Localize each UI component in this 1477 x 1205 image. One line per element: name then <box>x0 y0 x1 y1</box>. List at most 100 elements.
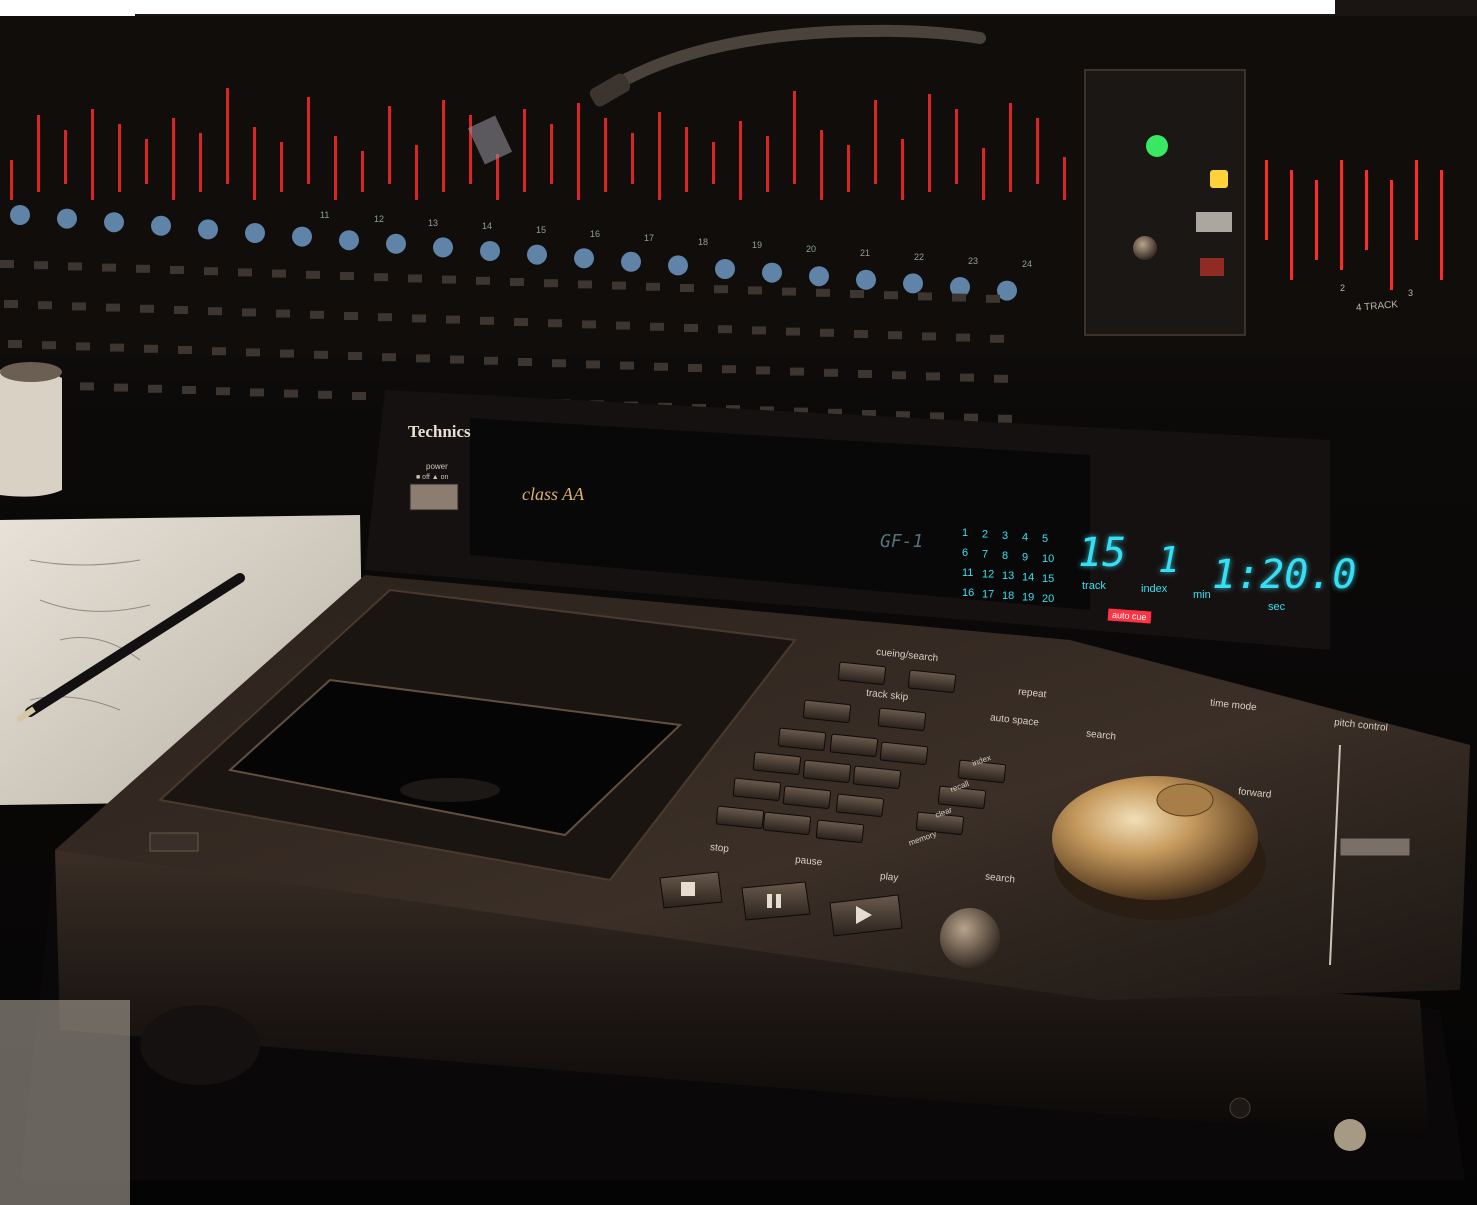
fader-cap <box>276 309 290 318</box>
channel-number: 21 <box>860 248 871 258</box>
fader-cap <box>960 373 974 382</box>
track-grid-number: 20 <box>1042 593 1054 605</box>
meter-bar <box>1440 170 1443 280</box>
meter-bar <box>1365 170 1368 250</box>
channel-number: 14 <box>482 221 493 232</box>
meter-bar <box>172 118 175 200</box>
fader-cap <box>986 294 1000 303</box>
fader-cap <box>216 387 230 396</box>
fader-cap <box>756 366 770 375</box>
console-knob-icon <box>386 233 406 254</box>
fader-cap <box>106 303 120 312</box>
fader-cap <box>178 346 192 354</box>
channel-number: 19 <box>752 240 763 251</box>
meter-bar <box>118 124 121 192</box>
console-knob-icon <box>339 230 359 251</box>
fader-cap <box>964 413 978 422</box>
channel-number: 22 <box>914 251 925 262</box>
fader-cap <box>272 269 286 278</box>
console-knob-icon <box>57 208 77 229</box>
channel-number: 23 <box>968 255 979 266</box>
fader-cap <box>548 319 562 328</box>
fader-cap <box>144 344 158 353</box>
fader-cap <box>680 284 694 292</box>
fader-cap <box>148 384 162 393</box>
fader-cap <box>80 382 94 391</box>
fader-cap <box>182 386 196 394</box>
console-knob-icon <box>856 269 876 290</box>
search-knob <box>940 908 1000 968</box>
track-grid-number: 12 <box>982 569 994 581</box>
fader-cap <box>782 287 796 296</box>
fader-cap <box>284 389 298 398</box>
led-yellow-icon <box>1210 170 1228 188</box>
jog-finger-dimple <box>1156 783 1214 817</box>
meter-bar <box>982 148 985 200</box>
track-grid-number: 19 <box>1022 592 1034 604</box>
fader-cap <box>306 270 320 279</box>
stop-label: stop <box>709 842 730 855</box>
fader-cap <box>552 359 566 368</box>
track-grid-number: 14 <box>1022 572 1034 584</box>
fader-cap <box>140 304 154 313</box>
open-close-button <box>149 832 199 852</box>
channel-number: 15 <box>536 225 547 236</box>
fader-cap <box>994 374 1008 383</box>
power-states: ■ off ▲ on <box>416 474 449 481</box>
meter-bridge-panel <box>1084 69 1246 336</box>
track-grid-number: 3 <box>1002 530 1008 542</box>
meter-bar <box>793 91 796 184</box>
meter-bar <box>631 133 634 184</box>
track-grid-number: 6 <box>962 547 968 559</box>
console-knob-icon <box>151 215 171 236</box>
console-knob-icon <box>292 226 312 247</box>
meter-bar <box>766 136 769 192</box>
console-knob-icon <box>198 219 218 240</box>
fader-cap <box>918 292 932 301</box>
play-label: play <box>879 871 899 884</box>
class-logo: class AA <box>522 484 585 504</box>
console-knob-icon <box>480 241 500 261</box>
fader-cap <box>582 320 596 329</box>
track-grid-number: 8 <box>1002 550 1008 562</box>
min-label: min <box>1193 589 1211 601</box>
meter-bar <box>1340 160 1343 270</box>
fader-cap <box>0 260 14 268</box>
meter-bar <box>388 106 391 184</box>
fader-cap <box>926 372 940 381</box>
meter-bar <box>577 103 580 200</box>
fader-cap <box>514 318 528 326</box>
fader-cap <box>344 312 358 320</box>
fader-cap <box>76 342 90 351</box>
meter-bar <box>1036 118 1039 184</box>
meter-bar <box>955 109 958 184</box>
index-label: index <box>1141 583 1168 595</box>
fader-cap <box>408 274 422 283</box>
console-knob-icon <box>903 273 923 294</box>
fader-cap <box>884 291 898 300</box>
fader-cap <box>446 315 460 324</box>
fader-cap <box>650 322 664 331</box>
meter-bar <box>361 151 364 192</box>
fader-cap <box>888 331 902 340</box>
track-grid-number: 1 <box>962 527 968 539</box>
fader-cap <box>484 356 498 365</box>
sec-label: sec <box>1268 601 1286 613</box>
meter-bar <box>685 127 688 192</box>
fader-cap <box>34 261 48 270</box>
meter-bar <box>1390 180 1393 290</box>
fader-cap <box>310 310 324 319</box>
track-readout: 15 <box>1078 530 1127 576</box>
meter-number-2: 2 <box>1340 283 1346 293</box>
fader-cap <box>824 368 838 377</box>
meter-bar <box>901 139 904 200</box>
headphone-jack-icon <box>1229 1097 1251 1119</box>
channel-number: 18 <box>698 236 709 247</box>
console-knob-icon <box>10 205 30 225</box>
fader-cap <box>238 268 252 277</box>
fader-cap <box>246 348 260 357</box>
fader-cap <box>854 330 868 338</box>
meter-bar <box>226 88 229 184</box>
fader-cap <box>518 358 532 366</box>
fader-cap <box>654 362 668 371</box>
